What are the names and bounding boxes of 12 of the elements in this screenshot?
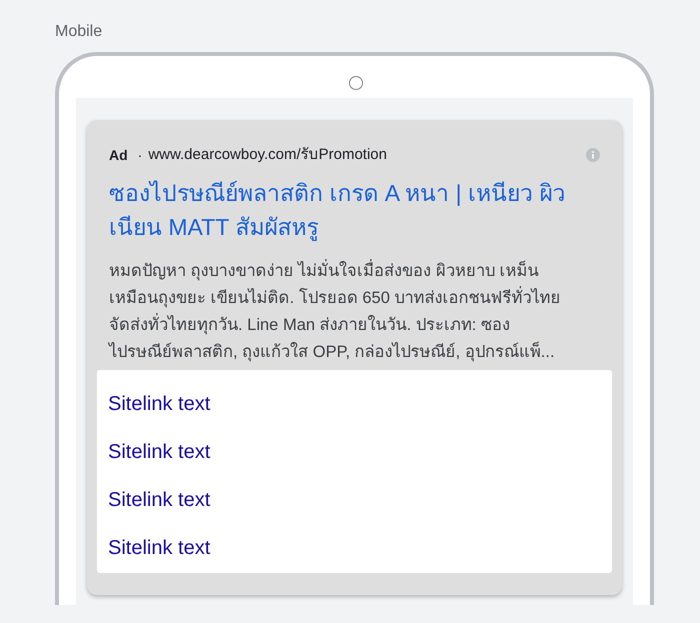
sitelink[interactable]: Sitelink text [108,428,210,476]
ad-label: Ad [109,146,128,164]
sitelink[interactable]: Sitelink text [108,380,210,428]
sitelink[interactable]: Sitelink text [108,524,210,572]
ad-description: หมดปัญหา ถุงบางขาดง่าย ไม่มั่นใจเมื่อส่งของ ผิวหยาบ เหม็น เหมือนถุงขยะ เขียนไม่ติด. โปรยอด 650 บาทส่งเอกชนฟรีทั่วไทย จัดส่งทั่วไทยทุกวัน. Line Man ส่งภายในวัน. ประเภท: ซอง ไปรษณีย์พลาสติก, ถุงแก้วใส OPP, กล่องไปรษณีย์, อุปกรณ์แพ็... [109,258,622,366]
separator: · [138,146,142,164]
sitelink[interactable]: Sitelink text [108,476,210,524]
camera-icon [349,76,363,90]
ad-url: www.dearcowboy.com/รับPromotion [148,144,387,165]
ad-headline[interactable]: ซองไปรษณีย์พลาสติก เกรด A หนา | เหนียว ผิว เนียน MATT สัมผัสหรู [109,176,622,244]
section-label: Mobile [55,22,102,42]
info-icon [586,148,600,162]
